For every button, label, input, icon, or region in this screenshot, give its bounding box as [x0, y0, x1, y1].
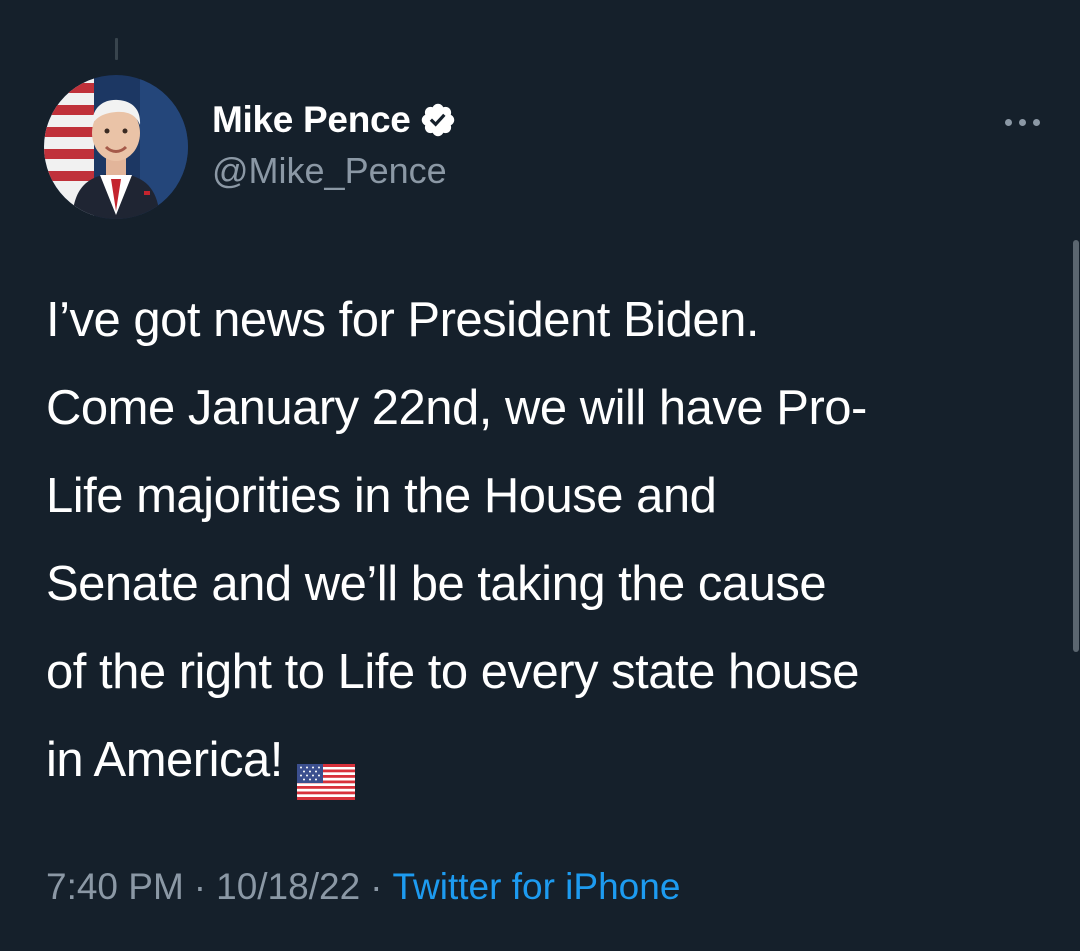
tweet-text-line: of the right to Life to every state hous…: [46, 645, 860, 699]
tweet-date[interactable]: 10/18/22: [216, 866, 360, 907]
tweet-text-line: Come January 22nd, we will have Pro-: [46, 381, 867, 435]
thread-connector-line: [115, 38, 118, 60]
tweet-text-line: Senate and we’ll be taking the cause: [46, 557, 827, 611]
tweet-text-line: I’ve got news for President Biden.: [46, 293, 759, 347]
avatar-image: [44, 75, 188, 219]
us-flag-emoji-icon: [296, 740, 355, 801]
more-horizontal-icon-dot: [1032, 118, 1040, 126]
tweet-source-link[interactable]: Twitter for iPhone: [392, 866, 680, 907]
tweet-text-line: Life majorities in the House and: [46, 469, 717, 523]
tweet-text: I’ve got news for President Biden. Come …: [46, 276, 1056, 804]
more-options-button[interactable]: [996, 108, 1048, 136]
avatar[interactable]: [44, 75, 188, 219]
author-handle[interactable]: @Mike_Pence: [212, 150, 447, 192]
tweet-text-last-line: in America!: [46, 716, 1056, 804]
more-horizontal-icon: [1004, 118, 1012, 126]
author-name-row[interactable]: Mike Pence: [212, 98, 457, 142]
meta-separator: ·: [370, 866, 383, 907]
verified-badge-icon: [419, 101, 457, 139]
tweet-text-line: in America!: [46, 733, 283, 787]
scrollbar-thumb[interactable]: [1073, 240, 1079, 652]
author-display-name[interactable]: Mike Pence: [212, 99, 411, 141]
tweet-metadata: 7:40 PM · 10/18/22 · Twitter for iPhone: [46, 866, 680, 908]
tweet-time[interactable]: 7:40 PM: [46, 866, 184, 907]
more-horizontal-icon-dot: [1018, 118, 1026, 126]
meta-separator: ·: [193, 866, 207, 907]
